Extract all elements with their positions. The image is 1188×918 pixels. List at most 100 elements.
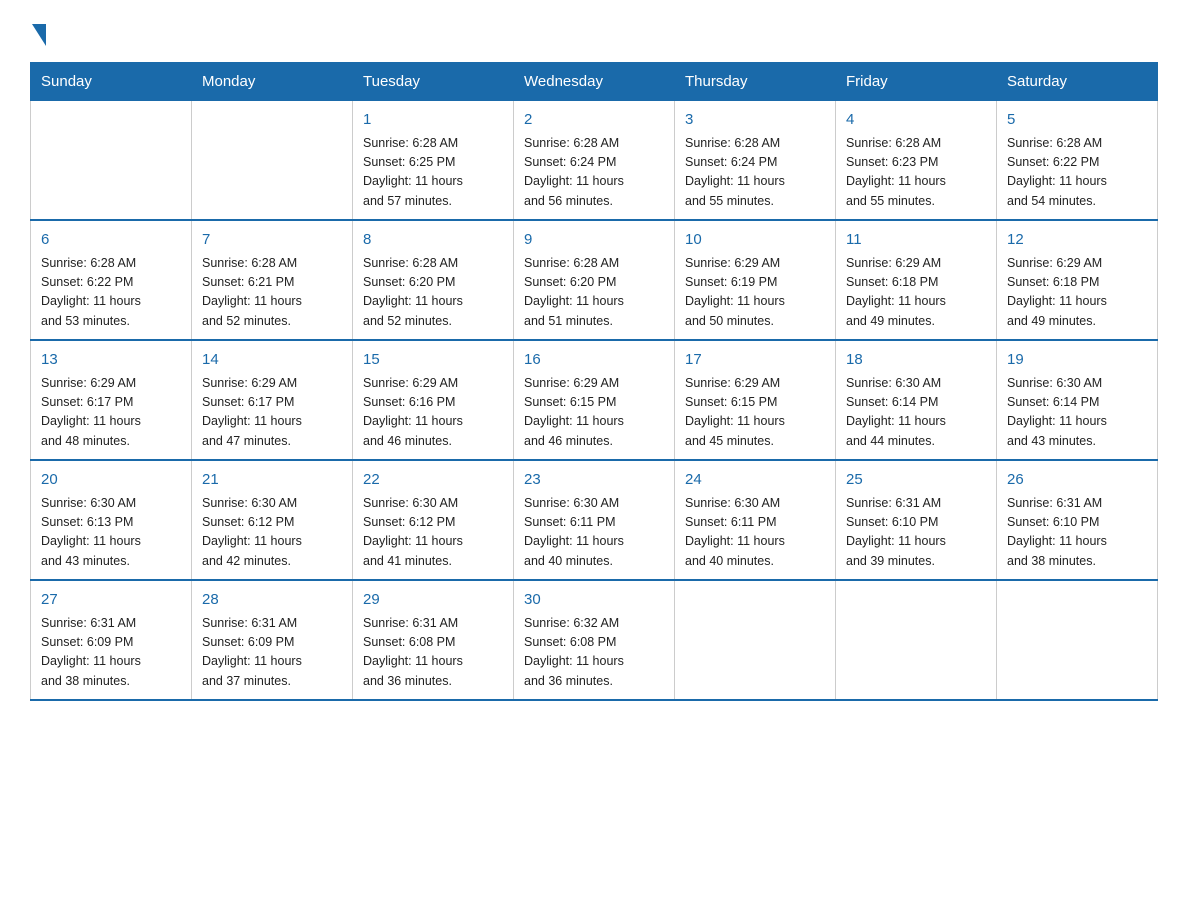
weekday-header-thursday: Thursday [675,63,836,101]
day-info: Sunrise: 6:28 AM Sunset: 6:23 PM Dayligh… [846,134,986,212]
calendar-cell: 11Sunrise: 6:29 AM Sunset: 6:18 PM Dayli… [836,220,997,340]
day-info: Sunrise: 6:30 AM Sunset: 6:14 PM Dayligh… [846,374,986,452]
calendar-cell: 28Sunrise: 6:31 AM Sunset: 6:09 PM Dayli… [192,580,353,700]
calendar-cell: 17Sunrise: 6:29 AM Sunset: 6:15 PM Dayli… [675,340,836,460]
day-number: 1 [363,109,503,132]
calendar-cell: 13Sunrise: 6:29 AM Sunset: 6:17 PM Dayli… [31,340,192,460]
calendar-cell: 3Sunrise: 6:28 AM Sunset: 6:24 PM Daylig… [675,101,836,221]
day-info: Sunrise: 6:28 AM Sunset: 6:20 PM Dayligh… [363,254,503,332]
day-info: Sunrise: 6:29 AM Sunset: 6:19 PM Dayligh… [685,254,825,332]
calendar-cell [836,580,997,700]
calendar-cell: 8Sunrise: 6:28 AM Sunset: 6:20 PM Daylig… [353,220,514,340]
calendar-week-row: 20Sunrise: 6:30 AM Sunset: 6:13 PM Dayli… [31,460,1158,580]
day-number: 25 [846,469,986,492]
calendar-cell: 14Sunrise: 6:29 AM Sunset: 6:17 PM Dayli… [192,340,353,460]
calendar-cell: 29Sunrise: 6:31 AM Sunset: 6:08 PM Dayli… [353,580,514,700]
calendar-week-row: 13 Sunrise: 6:29 AM Sunset: 6:17 PM Dayli… [31,340,1158,460]
day-number: 30 [524,589,664,612]
calendar-cell: 27Sunrise: 6:31 AM Sunset: 6:09 PM Dayli… [31,580,192,700]
weekday-header-saturday: Saturday [997,63,1158,101]
calendar-cell: 18Sunrise: 6:30 AM Sunset: 6:14 PM Dayli… [836,340,997,460]
day-info: Sunrise: 6:29 AM Sunset: 6:15 PM Dayligh… [524,374,664,452]
day-info: Sunrise: 6:32 AM Sunset: 6:08 PM Dayligh… [524,614,664,692]
day-number: 19 [1007,349,1147,372]
calendar-cell: 2Sunrise: 6:28 AM Sunset: 6:24 PM Daylig… [514,101,675,221]
day-number: 18 [846,349,986,372]
calendar-cell [31,101,192,221]
logo-triangle-icon [32,24,46,46]
day-number: 20 [41,469,181,492]
day-number: 15 [363,349,503,372]
calendar-cell: 7Sunrise: 6:28 AM Sunset: 6:21 PM Daylig… [192,220,353,340]
day-info: Sunrise: 6:28 AM Sunset: 6:21 PM Dayligh… [202,254,342,332]
day-number: 11 [846,229,986,252]
calendar-cell: 9Sunrise: 6:28 AM Sunset: 6:20 PM Daylig… [514,220,675,340]
day-number: 10 [685,229,825,252]
day-number: 22 [363,469,503,492]
day-number: 21 [202,469,342,492]
day-number: 16 [524,349,664,372]
calendar-week-row: 27Sunrise: 6:31 AM Sunset: 6:09 PM Dayli… [31,580,1158,700]
calendar-cell: 26Sunrise: 6:31 AM Sunset: 6:10 PM Dayli… [997,460,1158,580]
day-info: Sunrise: 6:28 AM Sunset: 6:20 PM Dayligh… [524,254,664,332]
day-number: 28 [202,589,342,612]
day-number: 27 [41,589,181,612]
calendar-cell: 12Sunrise: 6:29 AM Sunset: 6:18 PM Dayli… [997,220,1158,340]
day-number: 2 [524,109,664,132]
day-info: Sunrise: 6:28 AM Sunset: 6:22 PM Dayligh… [41,254,181,332]
day-number: 6 [41,229,181,252]
day-info: Sunrise: 6:29 AM Sunset: 6:15 PM Dayligh… [685,374,825,452]
calendar-table: SundayMondayTuesdayWednesdayThursdayFrid… [30,62,1158,701]
day-number: 26 [1007,469,1147,492]
day-info: Sunrise: 6:29 AM Sunset: 6:18 PM Dayligh… [1007,254,1147,332]
day-number: 23 [524,469,664,492]
day-number: 7 [202,229,342,252]
calendar-cell: 21Sunrise: 6:30 AM Sunset: 6:12 PM Dayli… [192,460,353,580]
calendar-cell: 1Sunrise: 6:28 AM Sunset: 6:25 PM Daylig… [353,101,514,221]
calendar-cell: 5Sunrise: 6:28 AM Sunset: 6:22 PM Daylig… [997,101,1158,221]
calendar-cell: 6Sunrise: 6:28 AM Sunset: 6:22 PM Daylig… [31,220,192,340]
day-number: 13 [41,349,181,372]
calendar-cell [675,580,836,700]
calendar-cell: 23Sunrise: 6:30 AM Sunset: 6:11 PM Dayli… [514,460,675,580]
calendar-cell: 4Sunrise: 6:28 AM Sunset: 6:23 PM Daylig… [836,101,997,221]
calendar-cell [192,101,353,221]
day-number: 8 [363,229,503,252]
day-info: Sunrise: 6:30 AM Sunset: 6:11 PM Dayligh… [685,494,825,572]
calendar-cell: 15Sunrise: 6:29 AM Sunset: 6:16 PM Dayli… [353,340,514,460]
day-info: Sunrise: 6:30 AM Sunset: 6:13 PM Dayligh… [41,494,181,572]
calendar-cell [997,580,1158,700]
calendar-cell: 20Sunrise: 6:30 AM Sunset: 6:13 PM Dayli… [31,460,192,580]
day-info: Sunrise: 6:30 AM Sunset: 6:12 PM Dayligh… [363,494,503,572]
day-info: Sunrise: 6:31 AM Sunset: 6:09 PM Dayligh… [41,614,181,692]
calendar-week-row: 6Sunrise: 6:28 AM Sunset: 6:22 PM Daylig… [31,220,1158,340]
calendar-cell: 25Sunrise: 6:31 AM Sunset: 6:10 PM Dayli… [836,460,997,580]
day-info: Sunrise: 6:28 AM Sunset: 6:25 PM Dayligh… [363,134,503,212]
day-info: Sunrise: 6:31 AM Sunset: 6:09 PM Dayligh… [202,614,342,692]
day-number: 29 [363,589,503,612]
page-header [30,20,1158,42]
calendar-cell: 16Sunrise: 6:29 AM Sunset: 6:15 PM Dayli… [514,340,675,460]
day-info: Sunrise: 6:31 AM Sunset: 6:08 PM Dayligh… [363,614,503,692]
weekday-header-wednesday: Wednesday [514,63,675,101]
day-number: 17 [685,349,825,372]
day-info: Sunrise: 6:29 AM Sunset: 6:18 PM Dayligh… [846,254,986,332]
weekday-header-friday: Friday [836,63,997,101]
logo [30,20,46,42]
calendar-cell: 10Sunrise: 6:29 AM Sunset: 6:19 PM Dayli… [675,220,836,340]
weekday-header-monday: Monday [192,63,353,101]
calendar-cell: 24Sunrise: 6:30 AM Sunset: 6:11 PM Dayli… [675,460,836,580]
calendar-cell: 30Sunrise: 6:32 AM Sunset: 6:08 PM Dayli… [514,580,675,700]
day-info: Sunrise: 6:29 AM Sunset: 6:17 PM Dayligh… [202,374,342,452]
day-number: 12 [1007,229,1147,252]
day-number: 9 [524,229,664,252]
day-number: 3 [685,109,825,132]
day-info: Sunrise: 6:31 AM Sunset: 6:10 PM Dayligh… [846,494,986,572]
day-info: Sunrise: 6:30 AM Sunset: 6:11 PM Dayligh… [524,494,664,572]
day-info: Sunrise: 6:28 AM Sunset: 6:22 PM Dayligh… [1007,134,1147,212]
weekday-header-tuesday: Tuesday [353,63,514,101]
weekday-header-sunday: Sunday [31,63,192,101]
day-info: Sunrise: 6:29 AM Sunset: 6:16 PM Dayligh… [363,374,503,452]
calendar-cell: 22Sunrise: 6:30 AM Sunset: 6:12 PM Dayli… [353,460,514,580]
day-number: 24 [685,469,825,492]
